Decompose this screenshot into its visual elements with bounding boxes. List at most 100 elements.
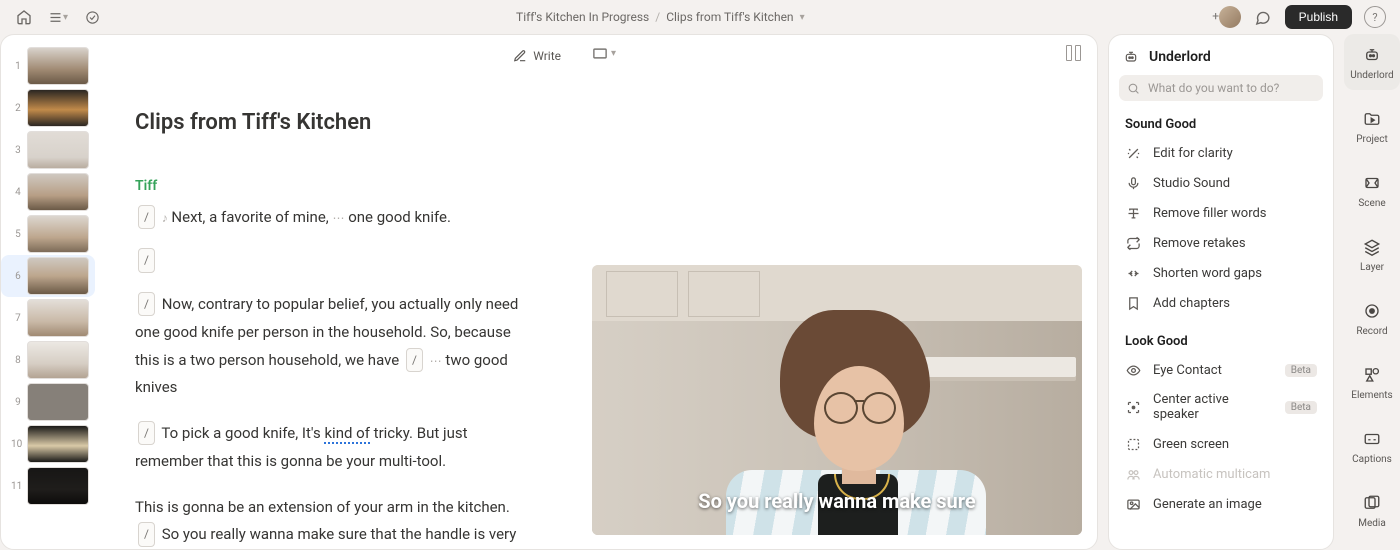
composition-title[interactable]: Clips from Tiff's Kitchen xyxy=(135,103,549,144)
compress-icon xyxy=(1125,265,1141,281)
comments-icon[interactable] xyxy=(1253,7,1273,27)
video-preview-pane: ▾ So you really wanna make su xyxy=(577,35,1097,549)
gap-icon: ⋯ xyxy=(430,354,442,368)
transcript-text[interactable]: Next, a favorite of mine, xyxy=(171,208,328,226)
transcript-text[interactable]: So you really wanna make sure that the h… xyxy=(135,525,516,549)
help-icon[interactable]: ? xyxy=(1364,6,1386,28)
repeat-icon xyxy=(1125,235,1141,251)
action-generate-an-image[interactable]: Generate an image xyxy=(1119,489,1323,519)
wand-icon xyxy=(1125,145,1141,161)
clip-boundary-icon[interactable]: / xyxy=(138,205,155,229)
rail-scene[interactable]: Scene xyxy=(1344,162,1400,218)
clip-thumbnail xyxy=(27,467,89,505)
robot-icon xyxy=(1123,49,1139,65)
video-canvas[interactable]: So you really wanna make sure xyxy=(592,265,1082,535)
layout-toggle-icon[interactable] xyxy=(1066,45,1081,61)
clip-thumbnail xyxy=(27,341,89,379)
action-center-active-speaker[interactable]: Center active speakerBeta xyxy=(1119,385,1323,429)
clip-thumbnail xyxy=(27,425,89,463)
section-sound-good: Sound Good xyxy=(1125,117,1317,132)
clip-item[interactable]: 4 xyxy=(1,171,95,213)
main-panel: 1 2 3 4 5 6 7 8 9 10 11 Write Clips from… xyxy=(0,34,1098,550)
rail-record[interactable]: Record xyxy=(1344,290,1400,346)
action-studio-sound[interactable]: Studio Sound xyxy=(1119,168,1323,198)
transcript-text[interactable]: This is gonna be an extension of your ar… xyxy=(135,498,510,516)
shapes-icon xyxy=(1361,364,1383,386)
home-icon[interactable] xyxy=(14,7,34,27)
rail-project[interactable]: Project xyxy=(1344,98,1400,154)
clip-item[interactable]: 5 xyxy=(1,213,95,255)
clip-boundary-icon[interactable]: / xyxy=(138,522,155,546)
center-icon xyxy=(1125,399,1141,415)
record-icon xyxy=(1361,300,1383,322)
rail-captions[interactable]: Captions xyxy=(1344,418,1400,474)
clip-item[interactable]: 11 xyxy=(1,465,95,507)
search-icon xyxy=(1127,82,1140,95)
clip-item[interactable]: 1 xyxy=(1,45,95,87)
share-avatar[interactable]: + xyxy=(1219,6,1241,28)
clip-boundary-icon[interactable]: / xyxy=(138,292,155,316)
clip-boundary-icon[interactable]: / xyxy=(406,348,423,372)
beta-badge: Beta xyxy=(1285,401,1317,414)
rail-layer[interactable]: Layer xyxy=(1344,226,1400,282)
write-button[interactable]: Write xyxy=(513,49,561,63)
rail-underlord[interactable]: Underlord xyxy=(1344,34,1400,90)
clip-item[interactable]: 2 xyxy=(1,87,95,129)
script-editor: Write Clips from Tiff's Kitchen Tiff / ♪… xyxy=(95,35,577,549)
gap-icon: ⋯ xyxy=(332,211,344,225)
clip-item[interactable]: 9 xyxy=(1,381,95,423)
breadcrumb-project[interactable]: Tiff's Kitchen In Progress xyxy=(516,10,649,24)
transcript-text[interactable]: To pick a good knife, It's xyxy=(161,424,320,442)
transcript-document[interactable]: Clips from Tiff's Kitchen Tiff / ♪ Next,… xyxy=(95,71,577,549)
underlord-panel: Underlord What do you want to do? Sound … xyxy=(1108,34,1334,550)
media-icon xyxy=(1361,492,1383,514)
multicam-icon xyxy=(1125,466,1141,482)
transcript-text[interactable]: one good knife. xyxy=(348,208,451,226)
action-edit-for-clarity[interactable]: Edit for clarity xyxy=(1119,138,1323,168)
clip-item-selected[interactable]: 6 xyxy=(1,255,95,297)
bookmark-icon xyxy=(1125,295,1141,311)
speaker-label[interactable]: Tiff xyxy=(135,174,535,200)
breadcrumb-composition[interactable]: Clips from Tiff's Kitchen xyxy=(666,10,793,24)
rail-elements[interactable]: Elements xyxy=(1344,354,1400,410)
section-look-good: Look Good xyxy=(1125,334,1317,349)
action-eye-contact[interactable]: Eye ContactBeta xyxy=(1119,355,1323,385)
clip-boundary-icon[interactable]: / xyxy=(138,421,155,445)
strikethrough-icon xyxy=(1125,205,1141,221)
menu-icon[interactable]: ▾ xyxy=(48,7,68,27)
folder-play-icon xyxy=(1361,108,1383,130)
eye-icon xyxy=(1125,362,1141,378)
top-bar: ▾ Tiff's Kitchen In Progress / Clips fro… xyxy=(0,0,1400,34)
clip-item[interactable]: 8 xyxy=(1,339,95,381)
clip-thumbnail xyxy=(27,257,89,295)
clip-item[interactable]: 7 xyxy=(1,297,95,339)
clip-boundary-icon[interactable]: / xyxy=(138,248,155,272)
clip-item[interactable]: 3 xyxy=(1,129,95,171)
breadcrumb[interactable]: Tiff's Kitchen In Progress / Clips from … xyxy=(102,10,1219,24)
clip-list[interactable]: 1 2 3 4 5 6 7 8 9 10 11 xyxy=(1,35,95,549)
transcript-text-flagged[interactable]: kind of xyxy=(324,424,369,444)
publish-button[interactable]: Publish xyxy=(1285,5,1352,29)
scene-icon xyxy=(1361,172,1383,194)
rail-media[interactable]: Media xyxy=(1344,482,1400,538)
right-rail: Underlord Project Scene Layer Record Ele… xyxy=(1344,34,1400,550)
ai-search-input[interactable]: What do you want to do? xyxy=(1119,75,1323,101)
write-label: Write xyxy=(533,49,561,63)
action-shorten-word-gaps[interactable]: Shorten word gaps xyxy=(1119,258,1323,288)
image-icon xyxy=(1125,496,1141,512)
clip-thumbnail xyxy=(27,383,89,421)
action-green-screen[interactable]: Green screen xyxy=(1119,429,1323,459)
action-remove-filler-words[interactable]: Remove filler words xyxy=(1119,198,1323,228)
pen-icon xyxy=(513,49,527,63)
canvas-size-menu[interactable]: ▾ xyxy=(593,48,616,59)
frame-icon xyxy=(1125,436,1141,452)
user-avatar[interactable] xyxy=(1219,6,1241,28)
action-automatic-multicam: Automatic multicam xyxy=(1119,459,1323,489)
robot-icon xyxy=(1361,44,1383,66)
clip-thumbnail xyxy=(27,89,89,127)
beta-badge: Beta xyxy=(1285,364,1317,377)
clip-item[interactable]: 10 xyxy=(1,423,95,465)
action-add-chapters[interactable]: Add chapters xyxy=(1119,288,1323,318)
clip-thumbnail xyxy=(27,215,89,253)
action-remove-retakes[interactable]: Remove retakes xyxy=(1119,228,1323,258)
